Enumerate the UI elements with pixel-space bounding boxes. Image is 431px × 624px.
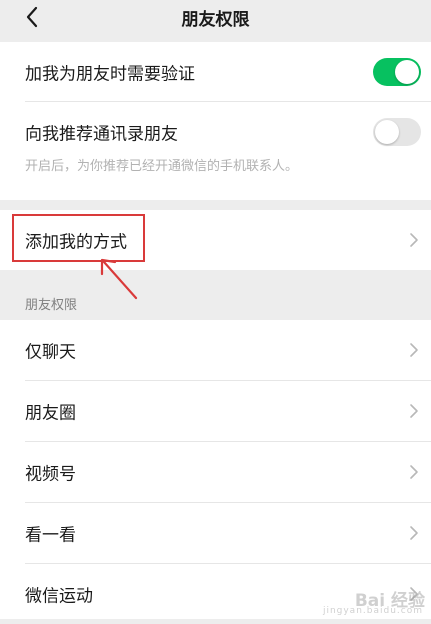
recommend-contacts-hint: 开启后，为你推荐已经开通微信的手机联系人。 — [25, 159, 299, 174]
verification-label: 加我为朋友时需要验证 — [25, 64, 195, 85]
privacy-toggles-card: 加我为朋友时需要验证 向我推荐通讯录朋友 — [0, 42, 431, 200]
chevron-right-icon — [410, 343, 418, 357]
page-title: 朋友权限 — [181, 10, 250, 30]
annotation-arrow-icon — [100, 258, 138, 300]
navigation-bar: 朋友权限 — [0, 0, 431, 36]
recommend-contacts-label: 向我推荐通讯录朋友 — [25, 124, 178, 145]
chevron-right-icon — [410, 233, 418, 247]
section-title: 朋友权限 — [25, 298, 78, 313]
list-item-moments[interactable]: 朋友圈 — [0, 381, 431, 441]
recommend-contacts-toggle[interactable] — [373, 118, 421, 146]
chevron-right-icon — [410, 404, 418, 418]
baidu-jingyan-watermark: Bai 经验 jingyan.baidu.com — [323, 586, 425, 616]
list-item-label: 仅聊天 — [25, 342, 76, 363]
list-item-top-stories[interactable]: 看一看 — [0, 503, 431, 563]
list-item-label: 视频号 — [25, 464, 76, 485]
chevron-right-icon — [410, 526, 418, 540]
watermark-url: jingyan.baidu.com — [322, 606, 423, 616]
list-item-chat-only[interactable]: 仅聊天 — [0, 320, 431, 380]
friend-permissions-card: 仅聊天 朋友圈 视频号 看一看 微信运动 — [0, 320, 431, 619]
list-item-label: 看一看 — [25, 525, 76, 546]
list-item-channels[interactable]: 视频号 — [0, 442, 431, 502]
list-item-label: 微信运动 — [25, 586, 93, 607]
toggle-knob — [375, 120, 399, 144]
verification-row[interactable]: 加我为朋友时需要验证 — [0, 42, 431, 102]
verification-toggle[interactable] — [373, 58, 421, 86]
toggle-knob — [395, 60, 419, 84]
recommend-contacts-row[interactable]: 向我推荐通讯录朋友 — [0, 102, 431, 200]
chevron-right-icon — [410, 465, 418, 479]
list-item-label: 朋友圈 — [25, 403, 76, 424]
